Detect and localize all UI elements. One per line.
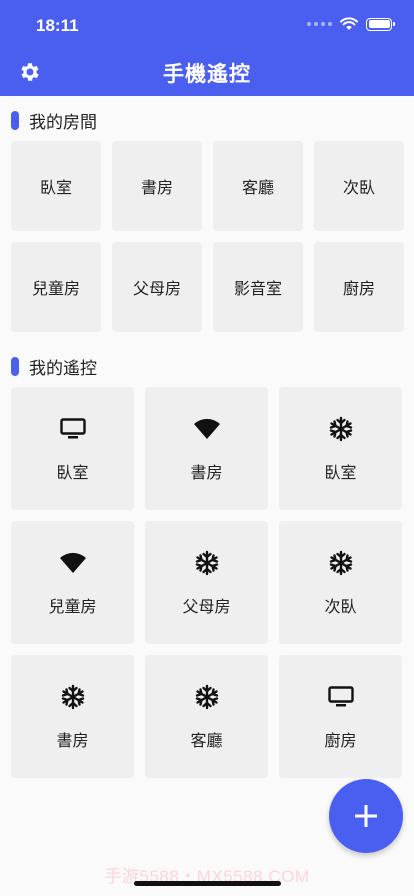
snowflake-icon [193, 549, 221, 577]
remote-label: 客廳 [190, 732, 223, 750]
room-tile[interactable]: 次臥 [314, 141, 404, 231]
app-header: 18:11 手機遙控 [0, 0, 414, 96]
rooms-section-header: 我的房間 [11, 108, 97, 133]
page-title: 手機遙控 [163, 63, 251, 86]
room-tile[interactable]: 影音室 [213, 242, 303, 332]
battery-icon [366, 17, 395, 31]
status-time: 18:11 [36, 16, 79, 35]
remote-tile[interactable]: 父母房 [145, 521, 268, 644]
remote-label: 次臥 [324, 598, 357, 616]
home-indicator [134, 881, 281, 886]
remote-tile[interactable]: 客廳 [145, 655, 268, 778]
snowflake-icon [59, 683, 87, 711]
remote-label: 臥室 [324, 464, 357, 482]
snowflake-icon [193, 683, 221, 711]
remote-label: 廚房 [324, 732, 357, 750]
remote-tile[interactable]: 書房 [11, 655, 134, 778]
room-tile[interactable]: 父母房 [112, 242, 202, 332]
wifi-icon [193, 415, 221, 443]
status-icons [307, 17, 395, 31]
room-tile[interactable]: 客廳 [213, 141, 303, 231]
remote-label: 兒童房 [48, 598, 97, 616]
remote-tile[interactable]: 次臥 [279, 521, 402, 644]
add-remote-button[interactable] [329, 779, 403, 853]
tv-icon [327, 683, 355, 711]
snowflake-icon [327, 549, 355, 577]
section-marker [11, 111, 19, 130]
room-tile[interactable]: 廚房 [314, 242, 404, 332]
signal-icon [307, 22, 332, 26]
remotes-section-header: 我的遙控 [11, 354, 97, 379]
room-tile[interactable]: 臥室 [11, 141, 101, 231]
snowflake-icon [327, 415, 355, 443]
remote-label: 臥室 [56, 464, 89, 482]
remote-label: 書房 [56, 732, 89, 750]
tv-icon [59, 415, 87, 443]
section-marker [11, 357, 19, 376]
remote-tile[interactable]: 廚房 [279, 655, 402, 778]
remote-label: 書房 [190, 464, 223, 482]
remote-tile[interactable]: 書房 [145, 387, 268, 510]
rooms-section-title: 我的房間 [29, 113, 97, 132]
remotes-grid: 臥室 書房 臥室 兒童房 父母房 次臥 書房 客廳 廚房 [11, 387, 403, 778]
plus-icon [355, 805, 377, 827]
remotes-section-title: 我的遙控 [29, 359, 97, 378]
wifi-icon [59, 549, 87, 577]
remote-label: 父母房 [182, 598, 231, 616]
room-tile[interactable]: 兒童房 [11, 242, 101, 332]
remote-tile[interactable]: 臥室 [11, 387, 134, 510]
room-tile[interactable]: 書房 [112, 141, 202, 231]
wifi-status-icon [340, 17, 358, 30]
remote-tile[interactable]: 臥室 [279, 387, 402, 510]
rooms-grid: 臥室 書房 客廳 次臥 兒童房 父母房 影音室 廚房 [11, 141, 404, 332]
remote-tile[interactable]: 兒童房 [11, 521, 134, 644]
